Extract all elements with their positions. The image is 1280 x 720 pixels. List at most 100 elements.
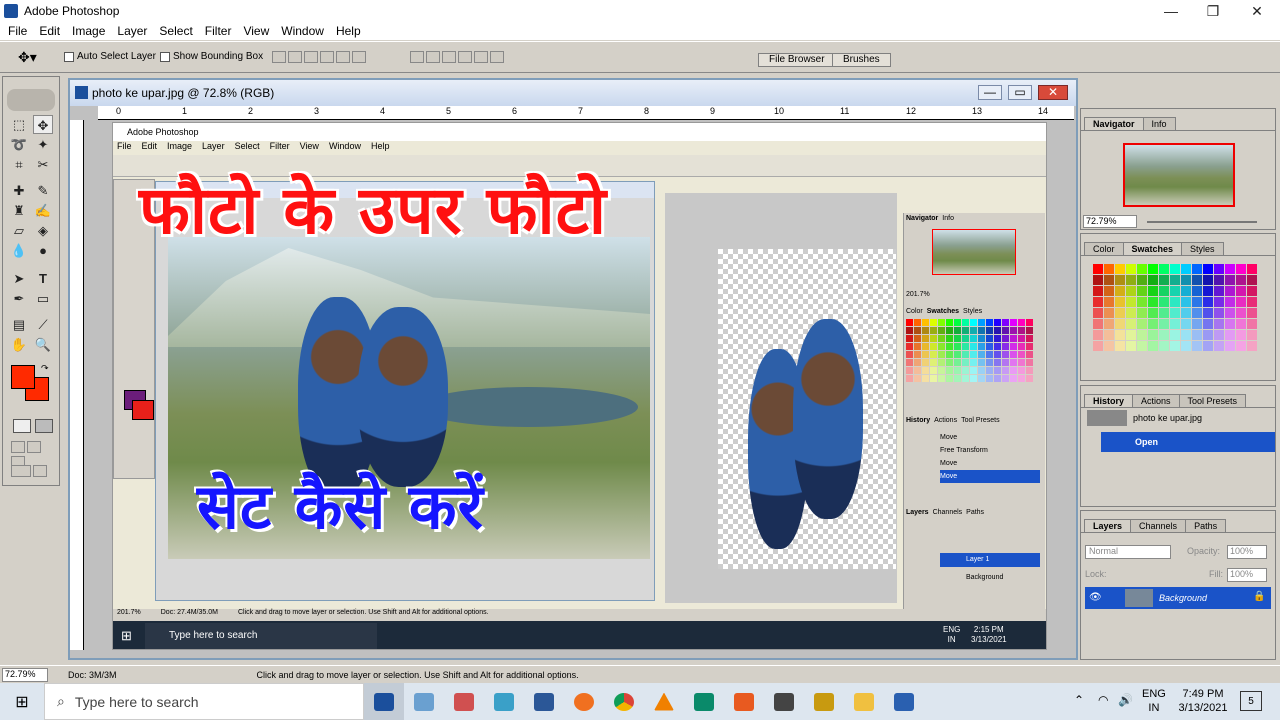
swatch[interactable]	[1115, 264, 1125, 274]
screen-mode-icons[interactable]	[11, 441, 55, 468]
swatch[interactable]	[1203, 275, 1213, 285]
restore-button[interactable]: ❐	[1190, 0, 1236, 22]
swatch[interactable]	[1137, 264, 1147, 274]
swap-colors-icon[interactable]: ↷	[41, 363, 49, 374]
menu-window[interactable]: Window	[275, 24, 330, 38]
swatch[interactable]	[1126, 330, 1136, 340]
swatch[interactable]	[1148, 264, 1158, 274]
doc-close-button[interactable]: ✕	[1038, 85, 1068, 100]
menu-layer[interactable]: Layer	[111, 24, 153, 38]
swatch[interactable]	[1104, 330, 1114, 340]
close-button[interactable]: ✕	[1234, 0, 1280, 22]
swatch[interactable]	[1126, 275, 1136, 285]
swatch[interactable]	[1192, 341, 1202, 351]
swatch[interactable]	[1148, 319, 1158, 329]
swatch[interactable]	[1170, 319, 1180, 329]
swatch[interactable]	[1192, 286, 1202, 296]
swatch[interactable]	[1148, 297, 1158, 307]
eyedropper-icon[interactable]: ⟋	[33, 315, 53, 334]
file-browser-tab[interactable]: File Browser	[758, 53, 836, 67]
swatch[interactable]	[1093, 330, 1103, 340]
brush-tool-icon[interactable]: ✎	[33, 181, 53, 200]
swatch[interactable]	[1115, 341, 1125, 351]
history-snapshot[interactable]: photo ke upar.jpg	[1081, 408, 1275, 428]
swatch[interactable]	[1247, 341, 1257, 351]
taskbar-search-box[interactable]: ⌕ Type here to search	[44, 683, 364, 720]
taskbar-app-icon[interactable]	[804, 683, 844, 720]
menu-help[interactable]: Help	[330, 24, 367, 38]
history-brush-icon[interactable]: ✍	[33, 201, 53, 220]
swatch[interactable]	[1192, 297, 1202, 307]
taskbar-app-icon[interactable]	[684, 683, 724, 720]
swatch[interactable]	[1203, 319, 1213, 329]
swatch[interactable]	[1225, 264, 1235, 274]
swatch[interactable]	[1093, 308, 1103, 318]
menu-image[interactable]: Image	[66, 24, 111, 38]
swatch[interactable]	[1247, 297, 1257, 307]
swatch[interactable]	[1170, 275, 1180, 285]
taskbar-app-icon[interactable]	[444, 683, 484, 720]
notes-tool-icon[interactable]: ▤	[9, 315, 29, 334]
move-tool-icon[interactable]: ✥	[33, 115, 53, 134]
auto-select-checkbox[interactable]: Auto Select Layer	[64, 51, 156, 62]
swatch[interactable]	[1203, 297, 1213, 307]
status-zoom-field[interactable]: 72.79%	[2, 667, 48, 682]
swatch[interactable]	[1159, 308, 1169, 318]
tab-styles[interactable]: Styles	[1181, 242, 1224, 255]
zoom-tool-icon[interactable]: 🔍	[33, 335, 53, 354]
start-button[interactable]: ⊞	[0, 683, 44, 720]
swatch[interactable]	[1236, 330, 1246, 340]
type-tool-icon[interactable]: T	[33, 269, 53, 288]
swatch[interactable]	[1192, 330, 1202, 340]
swatch[interactable]	[1126, 341, 1136, 351]
swatch[interactable]	[1093, 275, 1103, 285]
bucket-tool-icon[interactable]: ◈	[33, 221, 53, 240]
taskbar-app-icon[interactable]	[484, 683, 524, 720]
swatch[interactable]	[1247, 286, 1257, 296]
taskbar-vlc-icon[interactable]	[644, 683, 684, 720]
swatch[interactable]	[1104, 308, 1114, 318]
blur-tool-icon[interactable]: 💧	[9, 241, 29, 260]
swatch[interactable]	[1104, 286, 1114, 296]
swatch[interactable]	[1203, 341, 1213, 351]
swatch[interactable]	[1181, 330, 1191, 340]
swatch[interactable]	[1181, 264, 1191, 274]
swatch[interactable]	[1159, 319, 1169, 329]
swatch[interactable]	[1115, 330, 1125, 340]
swatch[interactable]	[1137, 297, 1147, 307]
taskbar-app-icon[interactable]	[884, 683, 924, 720]
swatch[interactable]	[1225, 330, 1235, 340]
navigator-zoom-slider[interactable]	[1147, 221, 1257, 223]
tab-actions[interactable]: Actions	[1132, 394, 1180, 407]
swatch[interactable]	[1192, 275, 1202, 285]
taskbar-app-icon[interactable]	[724, 683, 764, 720]
swatch[interactable]	[1236, 297, 1246, 307]
swatch[interactable]	[1093, 297, 1103, 307]
doc-minimize-button[interactable]: —	[978, 85, 1002, 100]
swatch[interactable]	[1159, 286, 1169, 296]
swatch[interactable]	[1181, 275, 1191, 285]
swatch[interactable]	[1115, 297, 1125, 307]
navigator-zoom-field[interactable]: 72.79%	[1083, 215, 1137, 228]
swatch[interactable]	[1236, 286, 1246, 296]
swatch[interactable]	[1236, 264, 1246, 274]
clock[interactable]: 7:49 PM 3/13/2021	[1172, 687, 1234, 715]
swatch[interactable]	[1181, 319, 1191, 329]
swatch[interactable]	[1104, 297, 1114, 307]
brushes-tab[interactable]: Brushes	[832, 53, 891, 67]
jump-to-imageready-icon[interactable]	[11, 465, 55, 479]
taskbar-folder-icon[interactable]	[844, 683, 884, 720]
swatch[interactable]	[1214, 330, 1224, 340]
swatch[interactable]	[1126, 286, 1136, 296]
crop-tool-icon[interactable]: ⌗	[9, 155, 29, 174]
swatch[interactable]	[1225, 286, 1235, 296]
tab-navigator[interactable]: Navigator	[1084, 117, 1144, 130]
taskbar-calculator-icon[interactable]	[764, 683, 804, 720]
menu-edit[interactable]: Edit	[33, 24, 66, 38]
history-step-open[interactable]: Open	[1101, 432, 1275, 452]
swatch[interactable]	[1115, 319, 1125, 329]
swatch[interactable]	[1093, 264, 1103, 274]
swatch[interactable]	[1214, 264, 1224, 274]
tab-history[interactable]: History	[1084, 394, 1134, 407]
swatch[interactable]	[1126, 319, 1136, 329]
